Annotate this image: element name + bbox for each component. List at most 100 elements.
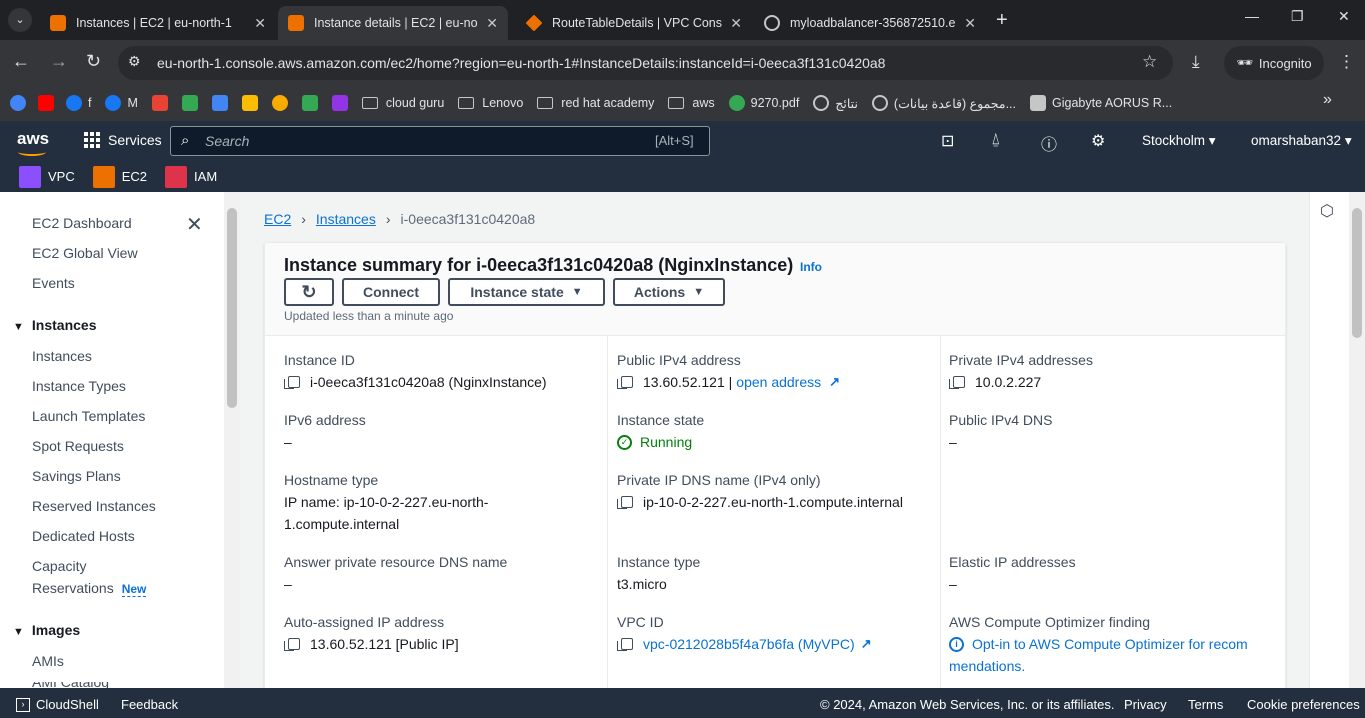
browser-tab-routetable[interactable]: RouteTableDetails | VPC Console ✕ [516,6,752,40]
browser-tab-instance-details[interactable]: Instance details | EC2 | eu-north-1 ✕ [278,6,508,40]
breadcrumb-ec2[interactable]: EC2 [264,211,291,227]
menu-icon[interactable]: ⋮ [1338,52,1355,72]
extension-icon[interactable] [331,95,348,111]
main-scroll-thumb[interactable] [1352,208,1362,338]
close-sidebar-icon[interactable]: ✕ [186,212,203,237]
aws-logo[interactable]: aws [17,129,49,156]
refresh-button[interactable]: ↻ [284,278,334,306]
gear-icon[interactable]: ⚙ [1091,131,1105,151]
minimize-icon[interactable]: — [1245,8,1259,24]
drive-icon[interactable] [181,95,198,111]
sidebar-item-reservations[interactable]: Reservations New [32,580,147,597]
close-window-icon[interactable]: ✕ [1338,8,1350,25]
gmail-icon[interactable] [151,95,168,111]
bookmark-results[interactable]: نتائج [813,95,858,111]
browser-tab-loadbalancer[interactable]: myloadbalancer-356872510.eu-north-1 ✕ [754,6,986,40]
translate-icon[interactable] [211,95,228,111]
feedback-link[interactable]: Feedback [121,697,178,712]
bookmark-pdf[interactable]: 9270.pdf [728,95,799,111]
sidebar-item-ec2-global-view[interactable]: EC2 Global View [32,245,138,261]
bookmark-red-hat[interactable]: red hat academy [537,96,654,110]
sidebar-item-ec2-dashboard[interactable]: EC2 Dashboard [32,215,132,231]
instance-state-button[interactable]: Instance state ▼ [448,278,605,306]
copy-icon[interactable] [617,638,633,651]
copy-icon[interactable] [617,376,633,389]
sidebar-item-amis[interactable]: AMIs [32,653,64,669]
bookmark-aws[interactable]: aws [668,96,715,110]
sidebar-item-dedicated-hosts[interactable]: Dedicated Hosts [32,528,135,544]
youtube-icon[interactable] [38,95,54,111]
maximize-icon[interactable]: ❐ [1291,8,1304,25]
optimizer-link[interactable]: i Opt-in to AWS Compute Optimizer for rec… [949,636,1248,652]
user-menu[interactable]: omarshaban32 ▾ [1251,133,1352,149]
favorite-ec2[interactable]: EC2 [92,165,147,188]
optimizer-link-cont[interactable]: mendations. [949,658,1025,674]
close-tab-icon[interactable]: ✕ [254,15,266,32]
bookmark-messenger[interactable]: M [127,96,137,110]
favorite-vpc[interactable]: VPC [19,165,75,188]
bell-icon[interactable]: ⍙ [991,131,1001,149]
photos-icon[interactable] [241,95,258,111]
chevron-right-icon[interactable]: » [1323,91,1332,109]
field-label: Public IPv4 DNS [949,412,1053,428]
external-link-icon[interactable]: ↗ [861,636,872,652]
forward-icon[interactable]: → [50,51,68,72]
bookmark-facebook[interactable]: f [88,96,91,110]
vpc-link[interactable]: vpc-0212028b5f4a7b6fa (MyVPC) [643,636,855,652]
site-info-icon[interactable]: ⚙ [128,53,141,70]
sidebar-item-instances[interactable]: Instances [32,348,92,364]
sidebar-item-events[interactable]: Events [32,275,75,291]
browser-tab-instances[interactable]: Instances | EC2 | eu-north-1 ✕ [40,6,276,40]
google-icon[interactable] [10,95,26,111]
facebook-icon[interactable] [66,95,82,111]
bookmark-cloud-guru[interactable]: cloud guru [361,96,444,110]
sidebar-item-instance-types[interactable]: Instance Types [32,378,126,394]
copy-icon[interactable] [284,376,300,389]
cloudshell-icon[interactable]: ⊡ [941,131,954,151]
close-tab-icon[interactable]: ✕ [964,15,976,32]
sidebar-scroll-thumb[interactable] [227,208,237,408]
close-tab-icon[interactable]: ✕ [486,15,498,32]
incognito-indicator[interactable]: 🕶 Incognito [1224,46,1324,80]
sidebar-item-reserved-instances[interactable]: Reserved Instances [32,498,156,514]
tools-icon[interactable]: ⬡ [1320,201,1334,221]
services-menu[interactable]: Services [84,132,162,148]
cookie-preferences-link[interactable]: Cookie preferences [1247,697,1360,712]
connect-button[interactable]: Connect [342,278,440,306]
terms-link[interactable]: Terms [1188,697,1223,712]
tab-search-button[interactable]: ⌄ [8,8,32,32]
cloudshell-button[interactable]: › CloudShell [16,697,99,712]
url-text[interactable]: eu-north-1.console.aws.amazon.com/ec2/ho… [157,55,885,71]
copy-icon[interactable] [284,638,300,651]
download-icon[interactable]: ⤓ [1192,52,1200,72]
privacy-link[interactable]: Privacy [1124,697,1167,712]
breadcrumb-instances[interactable]: Instances [316,211,376,227]
bookmark-gigabyte[interactable]: Gigabyte AORUS R... [1030,95,1172,111]
bookmark-database[interactable]: مجموع (قاعدة بيانات)... [871,95,1016,111]
actions-button[interactable]: Actions ▼ [613,278,725,306]
sidebar-item-spot-requests[interactable]: Spot Requests [32,438,124,454]
sidebar-section-images[interactable]: ▼ Images [13,622,80,638]
new-tab-button[interactable]: + [996,9,1008,32]
reload-icon[interactable]: ↻ [86,51,101,72]
coursera-icon[interactable] [271,95,288,111]
sidebar-item-capacity[interactable]: Capacity [32,558,86,574]
favorite-iam[interactable]: IAM [165,165,217,188]
facebook-icon[interactable] [105,95,122,111]
star-icon[interactable]: ☆ [1142,52,1157,72]
sidebar-item-savings-plans[interactable]: Savings Plans [32,468,121,484]
back-icon[interactable]: ← [12,51,30,72]
close-tab-icon[interactable]: ✕ [730,15,742,32]
sidebar-section-instances[interactable]: ▼ Instances [13,317,96,333]
drive-icon[interactable] [301,95,318,111]
open-address-link[interactable]: open address [736,374,821,390]
sidebar-item-launch-templates[interactable]: Launch Templates [32,408,145,424]
external-link-icon[interactable]: ↗ [829,374,840,390]
copy-icon[interactable] [949,376,965,389]
bookmark-lenovo[interactable]: Lenovo [458,96,523,110]
region-selector[interactable]: Stockholm ▾ [1142,133,1216,149]
info-link[interactable]: Info [800,260,822,274]
copy-icon[interactable] [617,496,633,509]
help-icon[interactable]: ⓘ [1041,131,1057,155]
search-input[interactable] [170,126,710,156]
